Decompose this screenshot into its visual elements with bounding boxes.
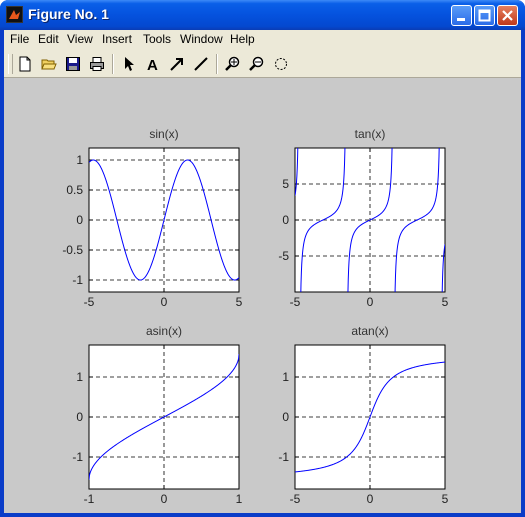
zoom-out-button[interactable] (246, 53, 268, 75)
print-icon (90, 57, 104, 71)
insert-text-button[interactable]: A (142, 53, 164, 75)
menu-file[interactable]: File (8, 32, 31, 46)
x-tick-label: 0 (161, 295, 168, 309)
subplot-title: tan(x) (355, 127, 386, 141)
figure-window: Figure No. 1 File Edit View Insert Tools… (0, 0, 525, 517)
arrow-icon (170, 58, 183, 71)
menu-help[interactable]: Help (228, 32, 257, 46)
matlab-logo-icon (6, 6, 23, 23)
client-area: File Edit View Insert Tools Window Help (4, 30, 521, 513)
x-tick-label: -5 (290, 295, 301, 309)
x-tick-label: 5 (236, 295, 243, 309)
subplot-title: sin(x) (149, 127, 178, 141)
toolbar-separator (216, 54, 218, 74)
rotate-icon (275, 58, 287, 70)
y-tick-label: -0.5 (62, 243, 83, 257)
text-icon: A (147, 57, 158, 72)
y-tick-label: 0 (76, 410, 83, 424)
menu-bar: File Edit View Insert Tools Window Help (4, 30, 521, 50)
subplots-area: -5 0 5 -1 -0.5 0 0.5 1 sin(x) -5 0 5 -5 0 5 tan(x) -1 0 1 -… (62, 127, 449, 506)
edit-plot-button[interactable] (118, 53, 140, 75)
y-tick-label: 1 (76, 370, 83, 384)
y-tick-label: 1 (282, 370, 289, 384)
print-button[interactable] (86, 53, 108, 75)
x-tick-label: 0 (367, 492, 374, 506)
zoom-in-icon (225, 56, 240, 71)
svg-text:A: A (147, 57, 158, 72)
x-tick-label: 0 (161, 492, 168, 506)
save-icon (66, 57, 80, 71)
menu-view[interactable]: View (65, 32, 95, 46)
x-tick-label: 5 (442, 492, 449, 506)
y-tick-label: 0 (282, 410, 289, 424)
open-file-button[interactable] (38, 53, 60, 75)
rotate-3d-button[interactable] (270, 53, 292, 75)
insert-line-button[interactable] (190, 53, 212, 75)
y-tick-label: 0 (282, 213, 289, 227)
y-tick-label: -1 (72, 273, 83, 287)
x-tick-label: 5 (442, 295, 449, 309)
line-icon (194, 57, 208, 71)
x-tick-label: -1 (84, 492, 95, 506)
minimize-button[interactable] (451, 5, 472, 26)
x-tick-label: -5 (84, 295, 95, 309)
arrow-select-icon (125, 57, 134, 71)
zoom-in-button[interactable] (222, 53, 244, 75)
x-tick-label: -5 (290, 492, 301, 506)
y-tick-label: 0 (76, 213, 83, 227)
maximize-icon (478, 9, 491, 22)
y-tick-label: -5 (278, 249, 289, 263)
subplot-title: atan(x) (351, 324, 388, 338)
y-tick-label: 5 (282, 177, 289, 191)
window-title: Figure No. 1 (28, 6, 109, 22)
maximize-button[interactable] (474, 5, 495, 26)
menu-window[interactable]: Window (178, 32, 225, 46)
y-tick-label: 1 (76, 153, 83, 167)
menu-insert[interactable]: Insert (100, 32, 134, 46)
new-file-icon (19, 56, 31, 72)
subplot-title: asin(x) (146, 324, 182, 338)
x-tick-label: 1 (236, 492, 243, 506)
minimize-icon (457, 18, 465, 21)
menu-tools[interactable]: Tools (141, 32, 173, 46)
toolbar-grip[interactable] (8, 54, 13, 74)
new-figure-button[interactable] (14, 53, 36, 75)
insert-arrow-button[interactable] (166, 53, 188, 75)
figure-canvas: -5 0 5 -1 -0.5 0 0.5 1 sin(x) -5 0 5 -5 0 5 tan(x) -1 0 1 -… (4, 78, 521, 515)
zoom-out-icon (249, 56, 264, 71)
y-tick-label: 0.5 (66, 183, 83, 197)
close-button[interactable] (497, 5, 518, 26)
toolbar: A (4, 50, 521, 78)
open-folder-icon (41, 59, 57, 70)
menu-edit[interactable]: Edit (36, 32, 61, 46)
save-button[interactable] (62, 53, 84, 75)
close-icon (502, 10, 513, 21)
y-tick-label: -1 (278, 450, 289, 464)
y-tick-label: -1 (72, 450, 83, 464)
title-bar[interactable]: Figure No. 1 (0, 0, 525, 30)
toolbar-separator (112, 54, 114, 74)
x-tick-label: 0 (367, 295, 374, 309)
